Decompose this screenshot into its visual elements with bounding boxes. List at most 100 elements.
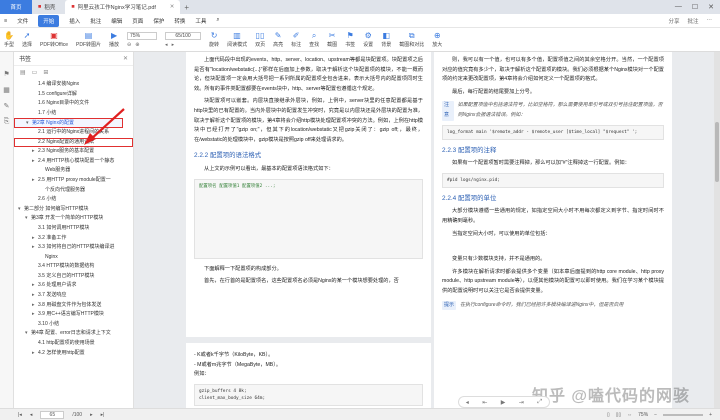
hand-tool-button[interactable]: ✋ 手型: [4, 31, 14, 48]
menu-edit[interactable]: 编辑: [111, 17, 122, 25]
minimize-icon[interactable]: —: [675, 3, 682, 11]
select-tool-button[interactable]: ➚ 选择: [22, 31, 32, 48]
pdf-to-image-button[interactable]: ▤ PDF转图片: [76, 31, 101, 48]
toc-item[interactable]: ▸ 2.5 用HTTP proxy module配置一: [14, 176, 133, 186]
toc-item[interactable]: ▾ 第4章 配置、error日志和请求上下文: [14, 329, 133, 339]
caret-right-icon[interactable]: ▸: [32, 176, 35, 186]
single-page-view-icon[interactable]: ▯: [607, 412, 610, 418]
collapse-all-icon[interactable]: ▭: [32, 69, 38, 76]
toc-item[interactable]: Web服务器: [14, 166, 133, 176]
last-page-icon[interactable]: ⇥: [519, 399, 524, 406]
toc-item[interactable]: 1.4 编译安装Nginx: [14, 80, 133, 90]
zoom-select[interactable]: 75%: [127, 31, 158, 40]
tab-home[interactable]: 首页: [0, 0, 32, 14]
zoom-in-status-icon[interactable]: +: [709, 412, 712, 418]
toc-item[interactable]: ▸ 3.6 处理用户请求: [14, 281, 133, 291]
menu-start[interactable]: 开始: [38, 14, 60, 27]
toc-item[interactable]: 3.1 如何调用HTTP模块: [14, 224, 133, 234]
caret-right-icon[interactable]: ▸: [32, 147, 35, 157]
toc-item[interactable]: ▸ 3.8 用磁盘文件作为包体发送: [14, 301, 133, 311]
menu-insert[interactable]: 插入: [69, 17, 80, 25]
highlight-button[interactable]: ✎ 高亮: [273, 31, 283, 48]
menu-convert[interactable]: 转换: [174, 17, 185, 25]
toc-item[interactable]: 3.5 定义自己的HTTP模块: [14, 272, 133, 282]
prev-icon[interactable]: ◂: [466, 399, 469, 406]
toc-item[interactable]: 个反向代理服务器: [14, 186, 133, 196]
caret-right-icon[interactable]: ▸: [32, 349, 35, 359]
bookmark-button[interactable]: ⚑ 书签: [345, 31, 355, 48]
next-page-icon[interactable]: ▸: [172, 42, 175, 48]
fullscreen-icon[interactable]: ⤢: [537, 399, 542, 406]
caret-right-icon[interactable]: ▸: [32, 234, 35, 244]
comment-panel-icon[interactable]: ✎: [4, 102, 10, 110]
toc-item[interactable]: 1.5 configure详解: [14, 90, 133, 100]
caret-down-icon[interactable]: ▾: [25, 329, 28, 339]
first-page-icon[interactable]: ⇤: [482, 399, 487, 406]
toc-item[interactable]: ▸ 3.7 发送响应: [14, 291, 133, 301]
page-number-input[interactable]: 65/100: [165, 31, 202, 40]
caret-right-icon[interactable]: ▸: [32, 281, 35, 291]
vertical-scrollbar[interactable]: [714, 52, 720, 408]
zoom-slider[interactable]: [663, 413, 704, 416]
toc-item[interactable]: 3.4 HTTP模块的数据结构: [14, 262, 133, 272]
caret-right-icon[interactable]: ▸: [32, 243, 35, 253]
more-icon[interactable]: ⋯: [707, 17, 713, 25]
toc-item[interactable]: ▾ 第3章 开发一个简单的HTTP模块: [14, 214, 133, 224]
attachment-panel-icon[interactable]: ⎘: [4, 118, 10, 126]
annotate-button[interactable]: ✐ 标注: [291, 31, 301, 48]
zoom-out-status-icon[interactable]: −: [654, 412, 657, 418]
compare-button[interactable]: ⧉ 截图和对比: [399, 31, 424, 48]
toc-item[interactable]: ▸ 2.3 Nginx服务的基本配置: [14, 147, 133, 157]
rotate-button[interactable]: ↻ 旋转: [209, 31, 219, 48]
caret-right-icon[interactable]: ▸: [32, 291, 35, 301]
toc-item[interactable]: 4.1 http配置项的使用场景: [14, 339, 133, 349]
screenshot-button[interactable]: ✂ 截图: [327, 31, 337, 48]
find-button[interactable]: ⌕ 查找: [309, 31, 319, 48]
tab-active-document[interactable]: ■ 阿里云孩工作Nginx学习笔记.pdf ✕: [65, 0, 181, 14]
zoom-out-icon[interactable]: ⊖: [127, 42, 131, 48]
background-button[interactable]: ◧ 背景: [381, 31, 391, 48]
caret-right-icon[interactable]: ▸: [32, 310, 35, 320]
toc-item[interactable]: ▸ 3.9 用C++语言编写HTTP模块: [14, 310, 133, 320]
menu-page[interactable]: 页面: [132, 17, 143, 25]
menu-protect[interactable]: 保护: [153, 17, 164, 25]
menu-icon[interactable]: ≡: [4, 18, 7, 24]
bookmark-panel-icon[interactable]: ⚑: [3, 70, 9, 78]
close-tab-icon[interactable]: ✕: [170, 4, 175, 10]
menu-annotate[interactable]: 批注: [90, 17, 101, 25]
double-page-button[interactable]: ▯▯ 双页: [255, 31, 265, 48]
caret-down-icon[interactable]: ▾: [25, 214, 28, 224]
toc-item[interactable]: 2.6 小结: [14, 195, 133, 205]
expand-all-icon[interactable]: ▤: [20, 69, 26, 76]
pdf-to-office-button[interactable]: ▣ PDF转Office: [40, 31, 68, 48]
tab-docer[interactable]: ■ 稻壳: [32, 0, 61, 14]
close-panel-icon[interactable]: ✕: [123, 55, 128, 62]
caret-down-icon[interactable]: ▾: [26, 119, 29, 127]
toc-item[interactable]: ▸ 4.2 怎样使用http配置: [14, 349, 133, 359]
share-button[interactable]: 分享: [668, 17, 679, 25]
zoom-in-icon[interactable]: ⊕: [135, 42, 139, 48]
document-viewport[interactable]: 上面代码段中出现的events、http、server、location、ups…: [134, 52, 720, 408]
magnify-button[interactable]: ⊕ 放大: [432, 31, 442, 48]
menu-tools[interactable]: 工具: [195, 17, 206, 25]
toc-item[interactable]: ▸ 3.2 准备工作: [14, 234, 133, 244]
play-small-icon[interactable]: ▶: [501, 399, 506, 406]
toc-item[interactable]: ▸ 3.3 如何将自己的HTTP模块编译进: [14, 243, 133, 253]
comment-button[interactable]: 批注: [687, 17, 698, 25]
maximize-icon[interactable]: ☐: [692, 3, 698, 11]
play-button[interactable]: ▶ 播放: [109, 31, 119, 48]
next-page-button[interactable]: ▸: [90, 412, 93, 418]
caret-right-icon[interactable]: ▸: [32, 157, 35, 167]
read-mode-button[interactable]: ▥ 阅读模式: [227, 31, 247, 48]
caret-right-icon[interactable]: ▸: [32, 301, 35, 311]
menu-file[interactable]: 文件: [17, 17, 28, 25]
scrollbar-thumb[interactable]: [715, 122, 719, 182]
close-window-icon[interactable]: ✕: [708, 3, 714, 11]
status-page-input[interactable]: 65: [40, 410, 65, 419]
first-page-button[interactable]: |◂: [18, 412, 22, 418]
last-page-button[interactable]: ▸|: [101, 412, 105, 418]
prev-page-icon[interactable]: ◂: [165, 42, 168, 48]
toc-item[interactable]: Nginx: [14, 253, 133, 263]
double-page-view-icon[interactable]: ▯▯: [616, 412, 622, 418]
toc-item[interactable]: ▸ 2.4 用HTTP核心模块配置一个静态: [14, 157, 133, 167]
